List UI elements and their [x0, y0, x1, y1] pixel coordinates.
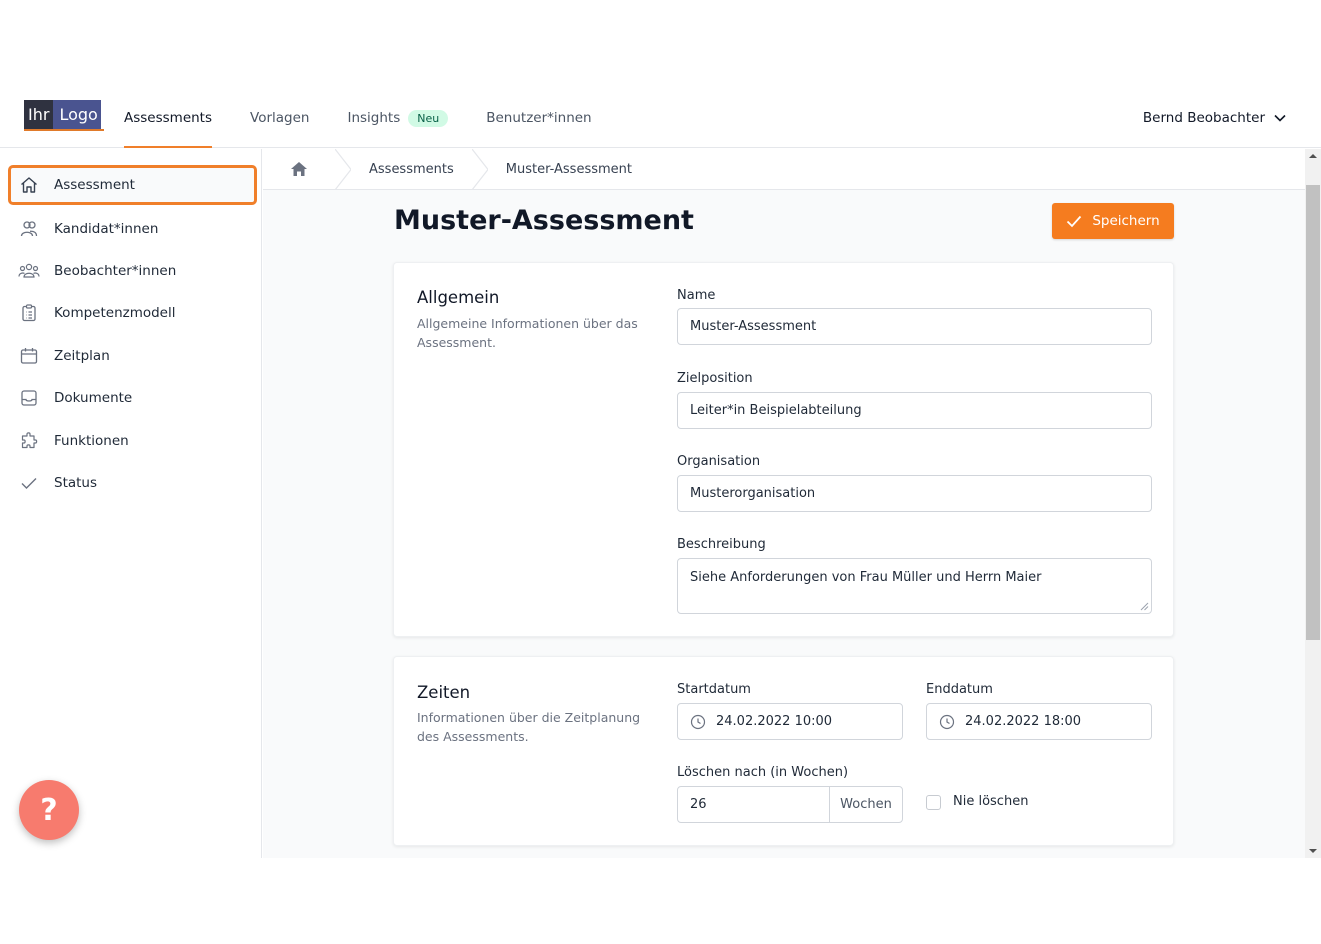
- check-icon: [1067, 215, 1082, 228]
- check-icon: [18, 472, 40, 494]
- sidebar-item-label: Funktionen: [54, 433, 129, 449]
- start-date-input[interactable]: 24.02.2022 10:00: [677, 703, 903, 740]
- scrollbar[interactable]: [1305, 149, 1321, 858]
- clock-icon: [939, 714, 955, 729]
- page-title: Muster-Assessment: [394, 205, 694, 236]
- start-date-value: 24.02.2022 10:00: [716, 714, 833, 729]
- logo[interactable]: Ihr Logo: [24, 100, 104, 131]
- breadcrumb: Assessments Muster-Assessment: [263, 149, 1305, 190]
- save-button[interactable]: Speichern: [1052, 203, 1174, 239]
- sidebar-item-label: Dokumente: [54, 390, 133, 406]
- sidebar-item-assessment[interactable]: Assessment: [8, 165, 257, 205]
- name-value: Muster-Assessment: [690, 319, 817, 334]
- organisation-input[interactable]: Musterorganisation: [677, 475, 1152, 512]
- organisation-value: Musterorganisation: [690, 486, 816, 501]
- delete-after-label: Löschen nach (in Wochen): [677, 765, 849, 780]
- resize-handle-icon[interactable]: [1140, 602, 1149, 611]
- never-delete-checkbox[interactable]: [926, 795, 941, 810]
- description-textarea[interactable]: Siehe Anforderungen von Frau Müller und …: [677, 558, 1152, 614]
- section-description: Allgemeine Informationen über das Assess…: [417, 316, 638, 350]
- sidebar-item-status[interactable]: Status: [8, 463, 257, 503]
- sidebar-item-dokumente[interactable]: Dokumente: [8, 378, 257, 418]
- description-value: Siehe Anforderungen von Frau Müller und …: [690, 570, 1042, 585]
- sidebar-item-label: Kandidat*innen: [54, 221, 159, 237]
- home-icon: [291, 162, 307, 176]
- breadcrumb-separator: [471, 149, 488, 190]
- description-label: Beschreibung: [677, 537, 766, 552]
- logo-part-1: Ihr: [24, 100, 54, 131]
- logo-part-2: Logo: [53, 100, 104, 131]
- nav-insights[interactable]: Insights Neu: [347, 88, 449, 148]
- sidebar-item-label: Zeitplan: [54, 348, 110, 364]
- section-description: Informationen über die Zeitplanung des A…: [417, 710, 641, 744]
- users-icon: [18, 218, 40, 240]
- sidebar-item-funktionen[interactable]: Funktionen: [8, 421, 257, 461]
- section-title: Zeiten: [417, 683, 471, 702]
- nav-vorlagen[interactable]: Vorlagen: [250, 88, 309, 148]
- user-name: Bernd Beobachter: [1142, 110, 1265, 126]
- start-date-label: Startdatum: [677, 682, 751, 697]
- sidebar-item-label: Status: [54, 475, 98, 491]
- section-title: Allgemein: [417, 288, 500, 307]
- scroll-up-arrow[interactable]: [1305, 149, 1321, 163]
- name-input[interactable]: Muster-Assessment: [677, 308, 1152, 345]
- scroll-down-arrow[interactable]: [1305, 844, 1321, 858]
- nav-benutzer[interactable]: Benutzer*innen: [486, 88, 591, 148]
- position-label: Zielposition: [677, 371, 753, 386]
- user-menu[interactable]: Bernd Beobachter: [1143, 88, 1287, 148]
- puzzle-icon: [18, 430, 40, 452]
- end-date-input[interactable]: 24.02.2022 18:00: [926, 703, 1152, 740]
- card-allgemein: Allgemein Allgemeine Informationen über …: [393, 262, 1174, 637]
- clipboard-icon: [18, 302, 40, 324]
- home-icon: [18, 174, 40, 196]
- save-button-label: Speichern: [1092, 213, 1160, 229]
- end-date-value: 24.02.2022 18:00: [965, 714, 1082, 729]
- sidebar-item-label: Assessment: [54, 177, 135, 193]
- name-label: Name: [677, 288, 716, 303]
- sidebar-item-label: Kompetenzmodell: [54, 305, 176, 321]
- sidebar-item-beobachterinnen[interactable]: Beobachter*innen: [8, 251, 257, 291]
- chevron-down-icon: [1274, 114, 1286, 122]
- help-button[interactable]: ?: [19, 780, 79, 840]
- position-input[interactable]: Leiter*in Beispielabteilung: [677, 392, 1152, 429]
- never-delete-label[interactable]: Nie löschen: [953, 794, 1028, 809]
- breadcrumb-separator: [335, 149, 351, 190]
- clock-icon: [690, 714, 706, 729]
- main-nav: Assessments Vorlagen Insights Neu Benutze…: [124, 88, 630, 148]
- nav-assessments-label: Assessments: [124, 110, 213, 126]
- sidebar-item-kandidatinnen[interactable]: Kandidat*innen: [8, 209, 257, 249]
- end-date-label: Enddatum: [926, 682, 993, 697]
- breadcrumb-home[interactable]: [263, 149, 335, 190]
- delete-after-input[interactable]: 26 Wochen: [677, 786, 903, 823]
- sidebar: Assessment Kandidat*innen Beobachter*inn…: [0, 149, 262, 858]
- calendar-icon: [18, 345, 40, 367]
- top-navigation: Ihr Logo Assessments Vorlagen Insights Ne…: [0, 88, 1321, 148]
- sidebar-item-label: Beobachter*innen: [54, 263, 177, 279]
- scroll-thumb[interactable]: [1306, 185, 1320, 640]
- breadcrumb-current-label: Muster-Assessment: [505, 161, 632, 177]
- organisation-label: Organisation: [677, 454, 761, 469]
- user-group-icon: [18, 260, 40, 282]
- delete-after-value: 26: [690, 797, 707, 812]
- position-value: Leiter*in Beispielabteilung: [690, 403, 862, 418]
- main-content: Assessments Muster-Assessment Muster-Ass…: [263, 149, 1305, 858]
- card-zeiten: Zeiten Informationen über die Zeitplanun…: [393, 656, 1174, 846]
- inbox-icon: [18, 387, 40, 409]
- breadcrumb-assessments-label: Assessments: [369, 161, 454, 177]
- sidebar-item-zeitplan[interactable]: Zeitplan: [8, 336, 257, 376]
- sidebar-item-kompetenzmodell[interactable]: Kompetenzmodell: [8, 293, 257, 333]
- new-badge: Neu: [408, 109, 449, 127]
- breadcrumb-assessments[interactable]: Assessments: [351, 149, 472, 190]
- nav-assessments[interactable]: Assessments: [124, 88, 213, 148]
- nav-benutzer-label: Benutzer*innen: [486, 110, 592, 126]
- weeks-addon: Wochen: [829, 787, 902, 822]
- nav-insights-label: Insights: [347, 110, 401, 126]
- breadcrumb-current[interactable]: Muster-Assessment: [488, 149, 650, 190]
- nav-vorlagen-label: Vorlagen: [250, 110, 310, 126]
